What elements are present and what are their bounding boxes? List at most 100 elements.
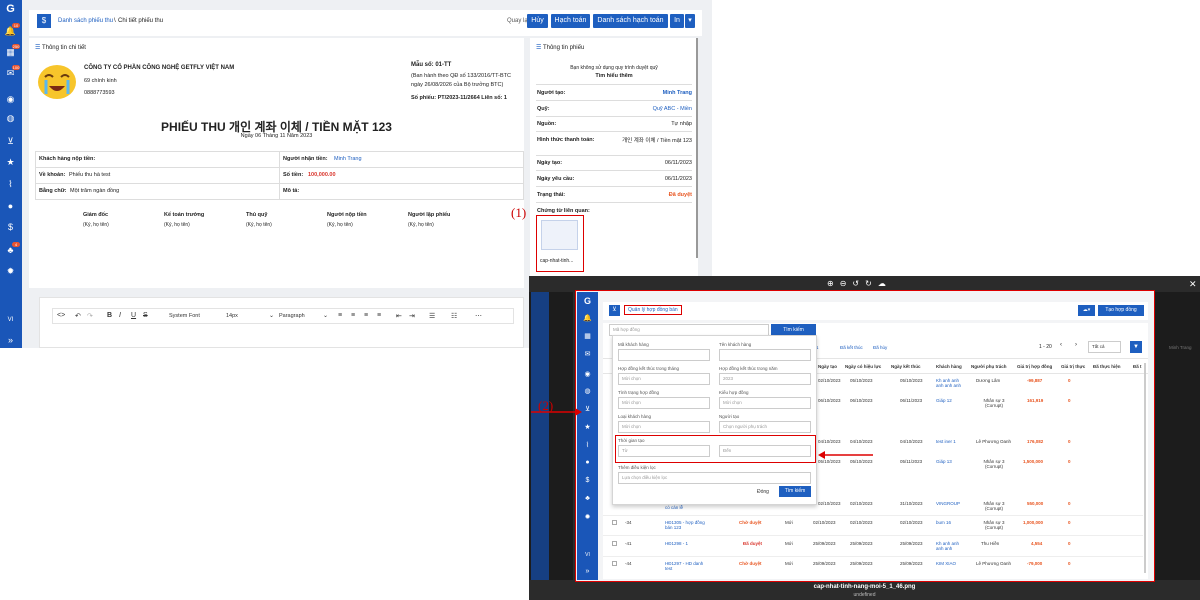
code-icon[interactable]: <>	[57, 312, 65, 319]
calendar-icon: ▦	[584, 333, 591, 340]
cart-icon[interactable]: ⊻	[4, 136, 17, 146]
org-chart-icon: ♣	[585, 495, 590, 502]
star-icon[interactable]: ★	[4, 157, 17, 167]
decree-line-1: (Ban hành theo QĐ số 133/2016/TT-BTC	[411, 73, 511, 79]
viewer-subtitle: undefined	[853, 592, 876, 598]
info-label: Ngày tạo:	[537, 160, 563, 166]
cell-status: Chờ duyệt	[739, 520, 762, 525]
creator-value[interactable]: Minh Trang	[630, 90, 692, 96]
description-label: Mô tả:	[283, 188, 300, 194]
chart-icon[interactable]: ⌇	[4, 179, 17, 189]
cell-id: -34	[625, 520, 632, 525]
bold-icon[interactable]: B	[107, 312, 112, 319]
language-toggle[interactable]: VI	[4, 315, 17, 325]
numbered-list-icon[interactable]: ☷	[451, 312, 457, 320]
cell-end: 31/10/2023	[900, 501, 923, 506]
cell-effective: 06/10/2023	[850, 398, 873, 403]
decree-line-2: ngày 26/08/2026 của Bộ trưởng BTC)	[411, 82, 504, 88]
cell-real: 0	[1068, 541, 1071, 546]
app-logo-icon: G	[583, 296, 591, 306]
words-label: Bằng chữ:	[39, 188, 67, 194]
strikethrough-icon[interactable]: S	[143, 312, 148, 319]
scrollbar[interactable]	[696, 38, 698, 258]
approval-notice: Bạn không sử dụng quy trình duyệt quỹ	[570, 65, 658, 71]
cell-code: HĐ1298 - 1	[665, 541, 689, 546]
filter-label: Mã khách hàng	[618, 342, 649, 347]
close-icon[interactable]: ✕	[1189, 279, 1197, 290]
attachment-thumbnail[interactable]: cap-nhat-tinh...	[536, 215, 584, 272]
date-from-input: Từ	[618, 445, 710, 457]
learn-more-link[interactable]: Tìm hiểu thêm	[530, 73, 698, 79]
outdent-icon[interactable]: ⇤	[396, 312, 402, 320]
info-label: Ngày yêu cầu:	[537, 176, 575, 182]
row-checkbox	[612, 520, 617, 525]
align-justify-icon[interactable]: ≡	[377, 312, 381, 319]
pagination-range: 1 - 20	[1039, 344, 1052, 350]
detail-card: ☰ Thông tin chi tiết CÔNG TY CỔ PHẦN CÔN…	[29, 38, 524, 288]
column-header: Giá trị hợp đồng	[1017, 364, 1053, 369]
more-icon[interactable]: ⋯	[475, 312, 482, 320]
column-header: Đã thực hiện	[1093, 364, 1121, 369]
block-format-select[interactable]: Paragraph	[279, 313, 305, 319]
cell-effective: 02/10/2023	[850, 501, 873, 506]
cell-owner: Nhân sự 3 (Corrupt)	[983, 459, 1005, 469]
align-left-icon[interactable]: ≡	[338, 312, 342, 319]
chevron-down-icon[interactable]: ⌄	[323, 312, 328, 319]
rotate-left-icon[interactable]: ↺	[852, 279, 865, 288]
chart-icon: ⌇	[585, 442, 590, 449]
page-tab-title: Quản lý hợp đồng bán	[624, 305, 682, 315]
print-button[interactable]: In	[670, 14, 684, 28]
account-button[interactable]: Hạch toán	[551, 14, 590, 28]
cancel-button[interactable]: Hủy	[527, 14, 548, 28]
globe-icon[interactable]: ◍	[4, 113, 17, 123]
account-list-button[interactable]: Danh sách hạch toán	[593, 14, 668, 28]
column-header: Khách hàng	[936, 364, 962, 369]
align-right-icon[interactable]: ≡	[364, 312, 368, 319]
status-tab: Đã hủy	[873, 345, 888, 350]
dollar-icon[interactable]: $	[4, 222, 17, 232]
fund-value[interactable]: Quỹ ABC - Miền	[620, 106, 692, 112]
font-size-select[interactable]: 14px	[226, 313, 238, 319]
undo-icon[interactable]: ↶	[75, 312, 81, 320]
form-number: Mẫu số: 01-TT	[411, 62, 452, 68]
receiver-value[interactable]: Minh Trang	[334, 156, 362, 162]
user-icon[interactable]: ●	[4, 201, 17, 211]
cell-created: 02/10/2023	[818, 501, 841, 506]
back-link[interactable]: Quay lại	[507, 18, 529, 24]
rich-text-editor[interactable]: <> ↶ ↷ B I U S System Font 14px ⌄ Paragr…	[39, 297, 524, 348]
filter-label: Tình trạng hợp đồng	[618, 390, 659, 395]
indent-icon[interactable]: ⇥	[409, 312, 415, 320]
redo-icon[interactable]: ↷	[87, 312, 93, 320]
calendar-badge: 250	[12, 44, 20, 49]
cell-end: 25/09/2023	[900, 541, 923, 546]
cell-end: 02/10/2023	[900, 520, 923, 525]
column-header: Ngày có hiệu lực	[845, 364, 882, 369]
cell-customer: Giáp 13	[936, 459, 952, 464]
attachments-label: Chứng từ liên quan:	[537, 208, 590, 214]
company-phone: 0888773593	[84, 90, 115, 96]
filter-search-button: Tìm kiếm	[779, 486, 811, 497]
org-badge: 4	[12, 242, 20, 247]
expand-sidebar-icon[interactable]: »	[4, 335, 17, 345]
source-value: Tự nhập	[671, 121, 692, 127]
rotate-right-icon[interactable]: ↻	[865, 279, 878, 288]
cell-value: 550,000	[1027, 501, 1044, 506]
print-dropdown-icon[interactable]: ▾	[685, 14, 695, 28]
underline-icon[interactable]: U	[131, 312, 136, 319]
zoom-in-icon[interactable]: ⊕	[827, 279, 840, 288]
align-center-icon[interactable]: ≡	[351, 312, 355, 319]
chevron-right-icon: ›	[1075, 342, 1077, 348]
chevron-down-icon[interactable]: ⌄	[269, 312, 274, 319]
font-family-select[interactable]: System Font	[169, 313, 200, 319]
bullet-list-icon[interactable]: ☰	[429, 312, 435, 320]
settings-icon[interactable]: ✹	[4, 266, 17, 276]
zoom-out-icon[interactable]: ⊖	[840, 279, 853, 288]
eye-icon[interactable]: ◉	[4, 94, 17, 104]
chat-icon: ✉	[584, 351, 591, 358]
italic-icon[interactable]: I	[119, 312, 121, 319]
column-header: Đã t	[1133, 364, 1142, 369]
cell-customer: Giáp 12	[936, 398, 952, 403]
breadcrumb-link[interactable]: Danh sách phiếu thu	[58, 18, 113, 24]
app-logo-icon[interactable]: G	[4, 4, 17, 15]
download-icon[interactable]: ☁	[878, 279, 892, 288]
